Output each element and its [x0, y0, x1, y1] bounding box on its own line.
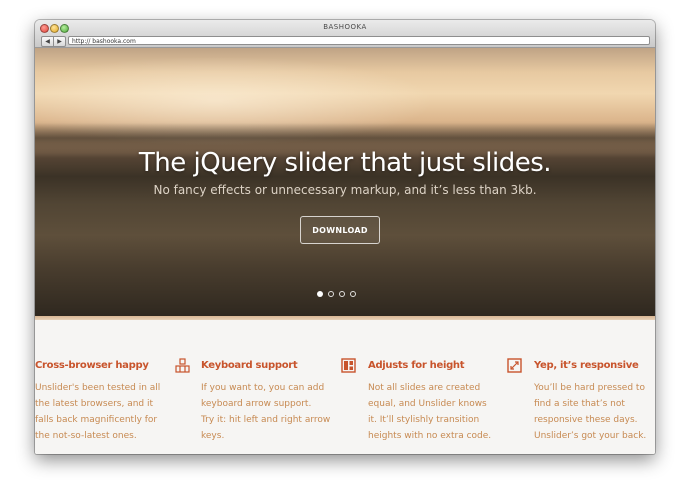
- title-bar: BASHOOKA ◀ ▶ http:// bashooka.com: [35, 20, 655, 48]
- hero-title: The jQuery slider that just slides.: [138, 148, 552, 178]
- browser-window: BASHOOKA ◀ ▶ http:// bashooka.com The jQ…: [35, 20, 655, 454]
- layout-icon: [341, 358, 356, 373]
- feature-line: Unslider's been tested in all: [35, 383, 161, 393]
- download-button[interactable]: DOWNLOAD: [300, 216, 380, 244]
- slide-dot-1[interactable]: [317, 291, 323, 297]
- slide-dot-2[interactable]: [328, 291, 334, 297]
- feature-description: You’ll be hard pressed to find a site th…: [534, 380, 655, 444]
- hero-slider: The jQuery slider that just slides. No f…: [35, 48, 655, 316]
- nav-buttons: ◀ ▶: [41, 36, 66, 47]
- hero-subtitle: No fancy effects or unnecessary markup, …: [153, 183, 537, 197]
- slide-pagination: [317, 291, 356, 297]
- resize-icon: [507, 358, 522, 373]
- address-bar[interactable]: http:// bashooka.com: [68, 36, 650, 45]
- slide-dot-3[interactable]: [339, 291, 345, 297]
- feature-title: Yep, it’s responsive: [534, 360, 639, 371]
- feature-line: If you want to, you can add: [201, 383, 325, 393]
- feature-line: falls back magnificently for: [35, 415, 158, 425]
- feature-title: Cross-browser happy: [35, 360, 149, 371]
- feature-line: it. It’ll stylishly transition: [368, 415, 480, 425]
- feature-description: Not all slides are created equal, and Un…: [368, 380, 503, 444]
- back-button[interactable]: ◀: [41, 36, 54, 47]
- feature-description: If you want to, you can add keyboard arr…: [201, 380, 336, 444]
- features-section: Cross-browser happy Unslider's been test…: [35, 320, 655, 454]
- feature-line: heights with no extra code.: [368, 431, 492, 441]
- feature-description: Unslider's been tested in all the latest…: [35, 380, 170, 444]
- forward-button[interactable]: ▶: [54, 36, 66, 47]
- slide-dot-4[interactable]: [350, 291, 356, 297]
- feature-title: Adjusts for height: [368, 360, 465, 371]
- feature-title: Keyboard support: [201, 360, 298, 371]
- feature-line: the latest browsers, and it: [35, 399, 154, 409]
- feature-line: equal, and Unslider knows: [368, 399, 487, 409]
- feature-line: Unslider’s got your back.: [534, 431, 647, 441]
- feature-line: keys.: [201, 431, 225, 441]
- feature-line: Try it: hit left and right arrow: [201, 415, 331, 425]
- window-title: BASHOOKA: [323, 23, 367, 31]
- feature-line: find a site that’s not: [534, 399, 625, 409]
- feature-line: responsive these days.: [534, 415, 638, 425]
- feature-line: You’ll be hard pressed to: [534, 383, 645, 393]
- keyboard-icon: [175, 358, 190, 373]
- feature-line: keyboard arrow support.: [201, 399, 312, 409]
- feature-line: Not all slides are created: [368, 383, 481, 393]
- feature-line: the not-so-latest ones.: [35, 431, 137, 441]
